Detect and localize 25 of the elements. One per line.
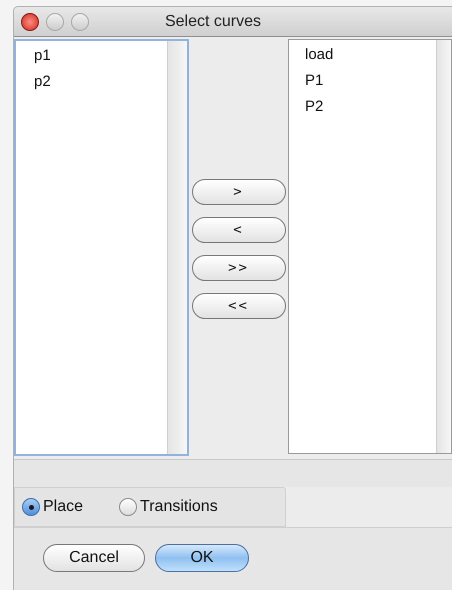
radio-button[interactable] (22, 498, 40, 516)
close-button[interactable] (21, 12, 39, 30)
list-item[interactable]: p1 (34, 43, 51, 69)
dialog-button[interactable]: Cancel (43, 544, 145, 572)
selected-list[interactable]: load P1 P2 (288, 39, 452, 454)
zoom-button[interactable] (71, 12, 89, 30)
list-item[interactable]: p2 (34, 69, 51, 95)
scrollbar-track[interactable] (436, 40, 451, 453)
available-list[interactable]: p1 p2 (14, 39, 189, 456)
radio-option[interactable]: Place (22, 495, 84, 519)
move-button[interactable]: < (192, 217, 286, 243)
radio-button[interactable] (119, 498, 138, 516)
scrollbar-track[interactable] (167, 41, 187, 454)
list-item[interactable]: P1 (305, 68, 324, 94)
minimize-button[interactable] (46, 12, 64, 30)
move-button[interactable]: > (192, 179, 286, 205)
window-title: Select curves (164, 12, 262, 32)
move-button[interactable]: >> (192, 255, 286, 281)
radio-option[interactable]: Transitions (119, 495, 218, 519)
list-item[interactable]: load (305, 42, 334, 68)
list-item[interactable]: P2 (305, 94, 324, 120)
radio-label: Place (43, 497, 84, 517)
radio-label: Transitions (140, 497, 218, 517)
dialog-button[interactable]: OK (155, 544, 249, 572)
move-button[interactable]: << (192, 293, 286, 319)
